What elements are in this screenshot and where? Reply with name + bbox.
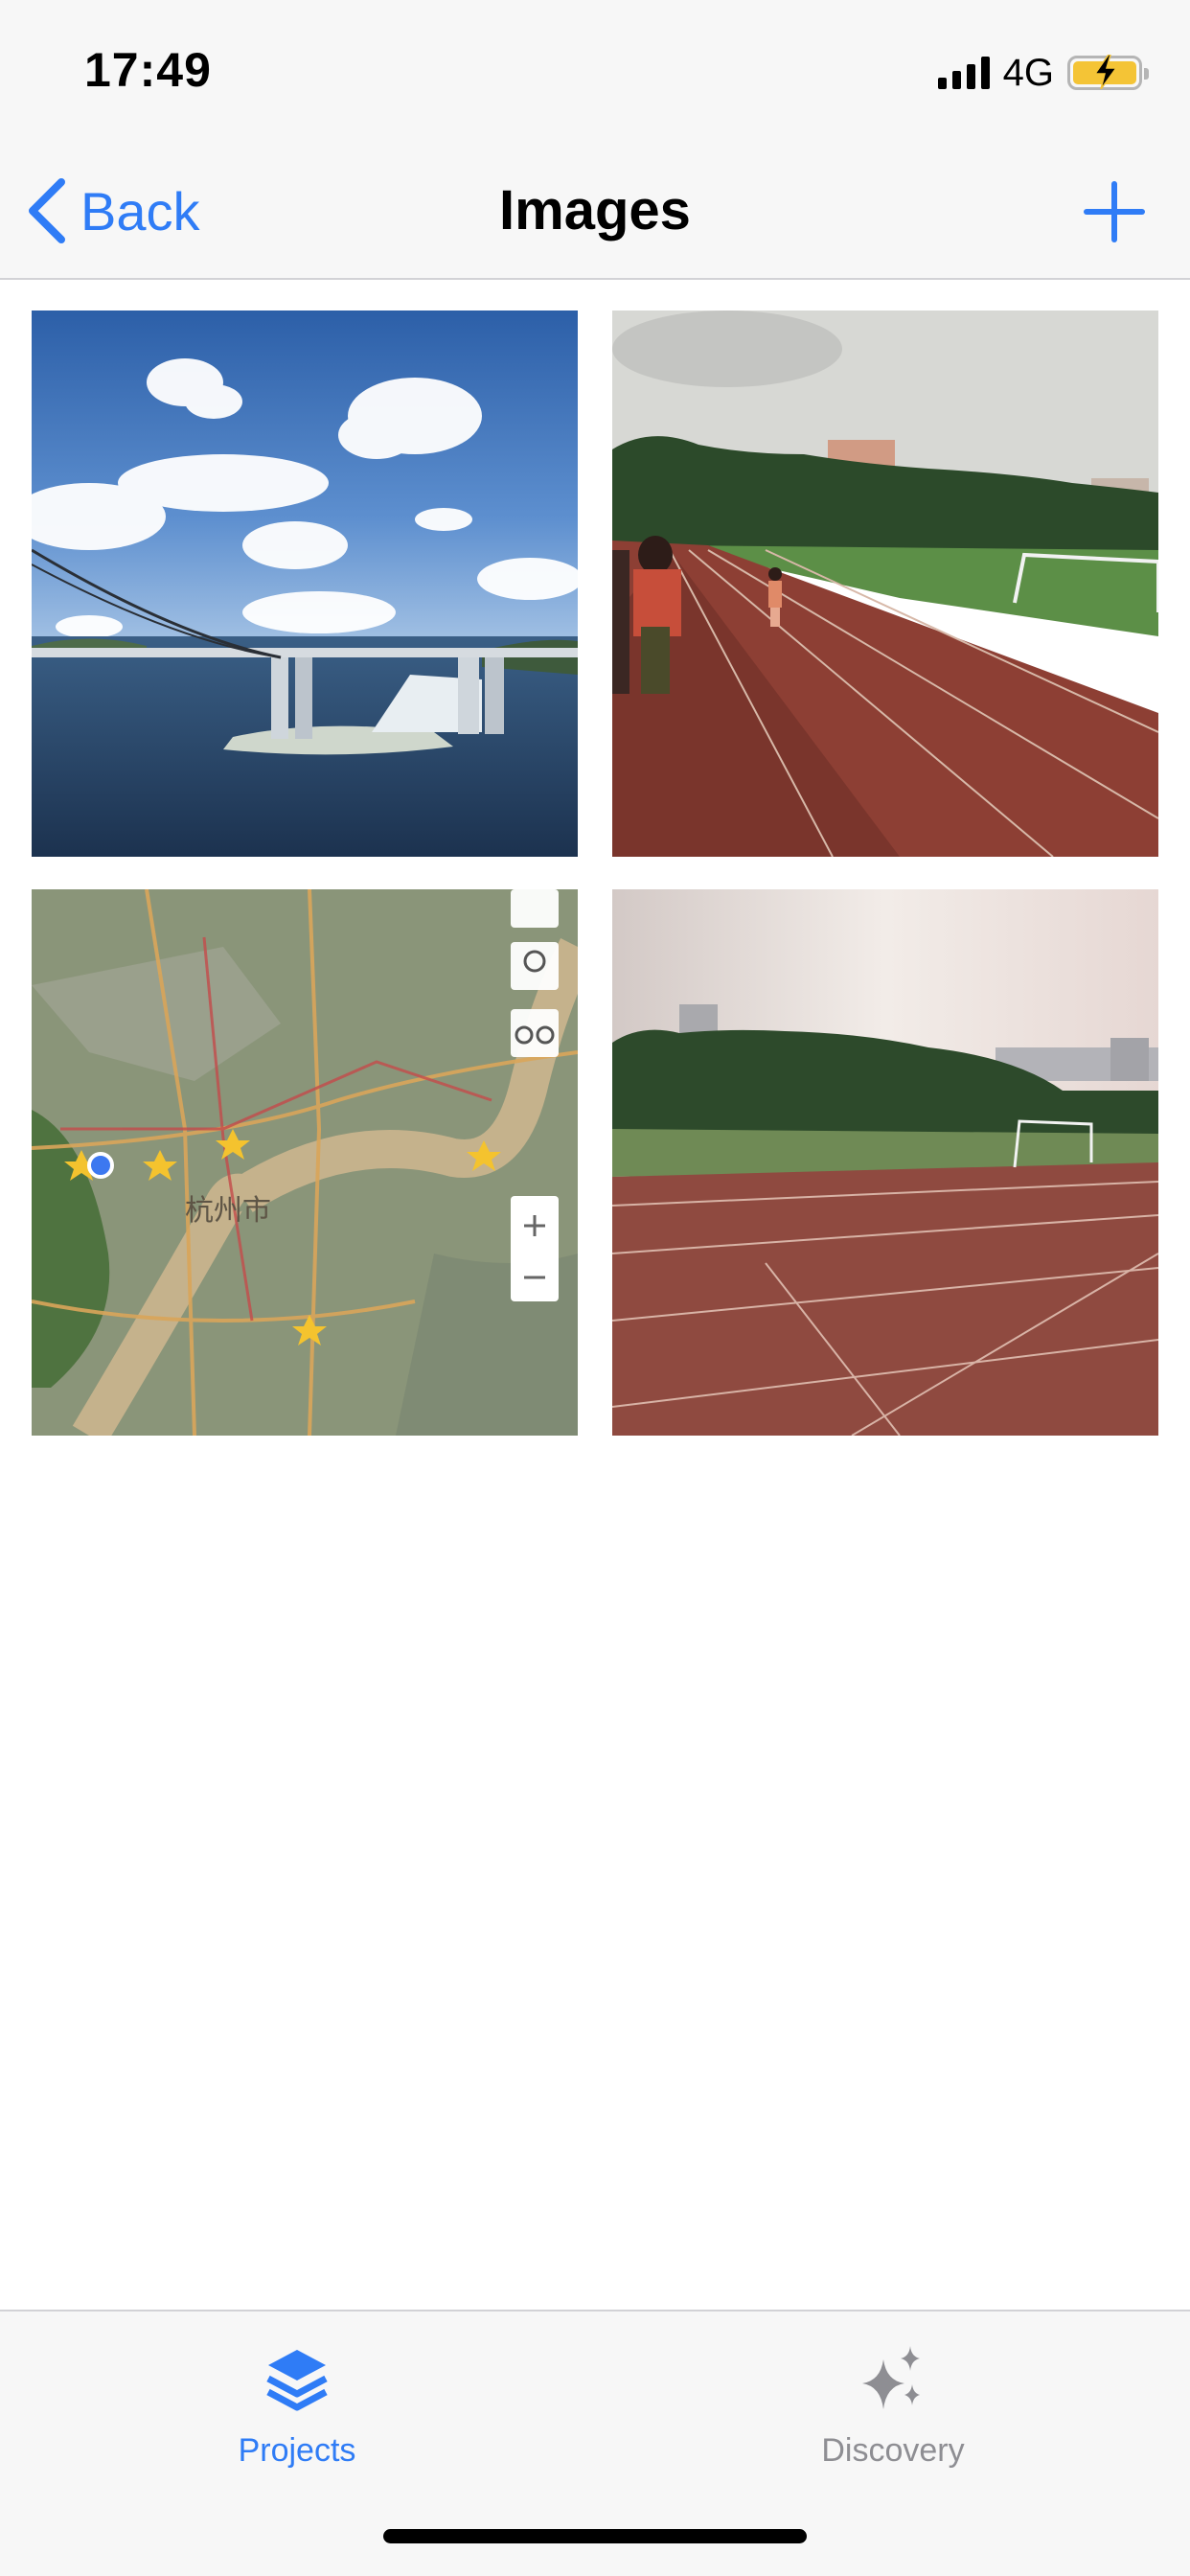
tab-discovery-label: Discovery: [821, 2432, 965, 2469]
sparkles-icon: [862, 2346, 920, 2409]
network-type: 4G: [1002, 51, 1054, 94]
status-indicators: 4G: [937, 51, 1149, 94]
map-city-label: 杭州市: [185, 1194, 271, 1228]
image-tile-track-empty[interactable]: [612, 889, 1158, 1436]
navigation-bar: Back Images: [0, 144, 1190, 280]
plus-icon[interactable]: [1081, 178, 1148, 245]
status-time: 17:49: [84, 43, 212, 97]
tab-projects-label: Projects: [238, 2432, 356, 2469]
image-grid: 杭州市: [32, 310, 1158, 1436]
battery-charging-icon: [1067, 55, 1149, 90]
signal-icon: [937, 57, 990, 89]
home-indicator: [383, 2529, 807, 2543]
running-track-with-people-photo: [612, 310, 1158, 857]
image-tile-track-people[interactable]: [612, 310, 1158, 857]
image-tile-bridge[interactable]: [32, 310, 578, 857]
tab-discovery[interactable]: Discovery: [740, 2340, 1046, 2484]
layers-icon: [266, 2350, 328, 2411]
status-bar: 17:49 4G: [0, 0, 1190, 144]
tab-projects[interactable]: Projects: [144, 2340, 450, 2484]
city-satellite-map-photo: 杭州市: [32, 889, 578, 1436]
empty-running-track-photo: [612, 889, 1158, 1436]
page-title: Images: [499, 179, 691, 242]
image-tile-map[interactable]: 杭州市: [32, 889, 578, 1436]
bridge-over-bay-photo: [32, 310, 578, 857]
